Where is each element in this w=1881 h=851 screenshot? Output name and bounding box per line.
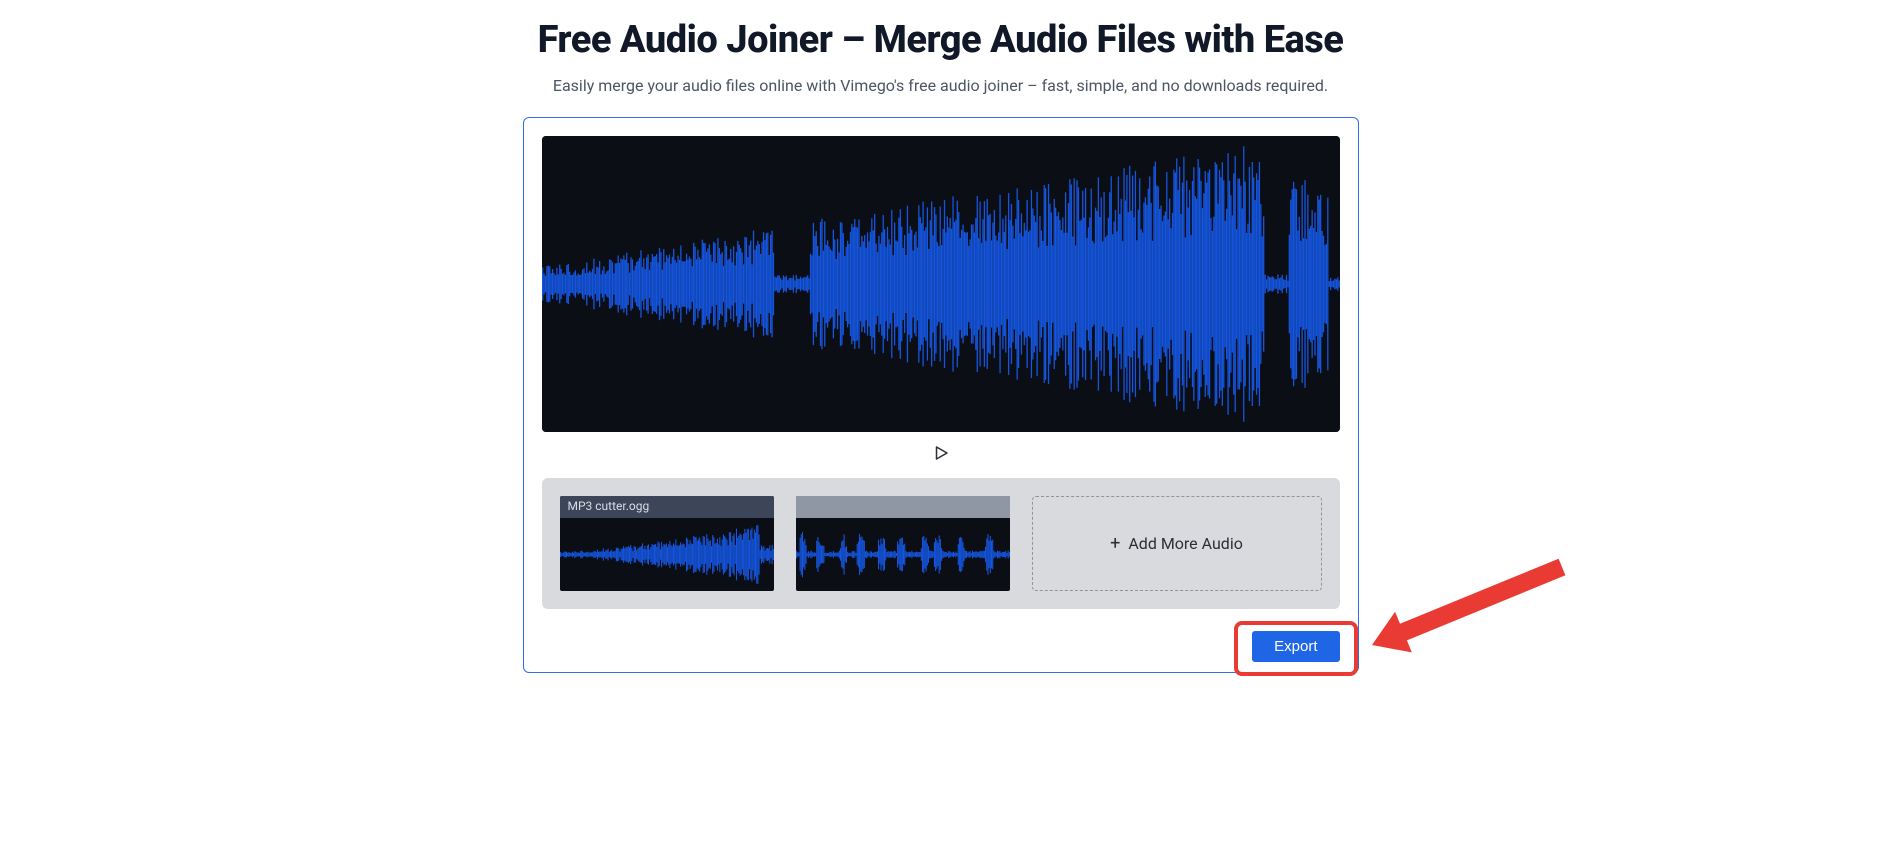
waveform-main[interactable] [542, 136, 1340, 432]
play-controls [542, 442, 1340, 464]
waveform-graphic [542, 136, 1340, 432]
add-more-audio-button[interactable]: + Add More Audio [1032, 496, 1322, 591]
page-title: Free Audio Joiner – Merge Audio Files wi… [538, 18, 1344, 62]
clips-tray: MP3 cutter.ogg + Add More Audio [542, 478, 1340, 609]
page-subtitle: Easily merge your audio files online wit… [553, 76, 1328, 95]
clip-2[interactable] [796, 496, 1010, 591]
plus-icon: + [1110, 535, 1120, 553]
editor-panel: MP3 cutter.ogg + Add More Audio Export [523, 117, 1359, 673]
clip-1-filename: MP3 cutter.ogg [560, 496, 774, 518]
play-icon [932, 444, 950, 462]
play-button[interactable] [930, 442, 952, 464]
add-more-label: Add More Audio [1128, 534, 1242, 553]
annotation-arrow [1362, 557, 1592, 697]
clip-2-waveform [796, 518, 1010, 591]
export-button[interactable]: Export [1252, 631, 1339, 662]
clip-1-waveform [560, 518, 774, 591]
clip-1[interactable]: MP3 cutter.ogg [560, 496, 774, 591]
clip-2-filename [796, 496, 1010, 518]
export-row: Export [542, 631, 1340, 662]
